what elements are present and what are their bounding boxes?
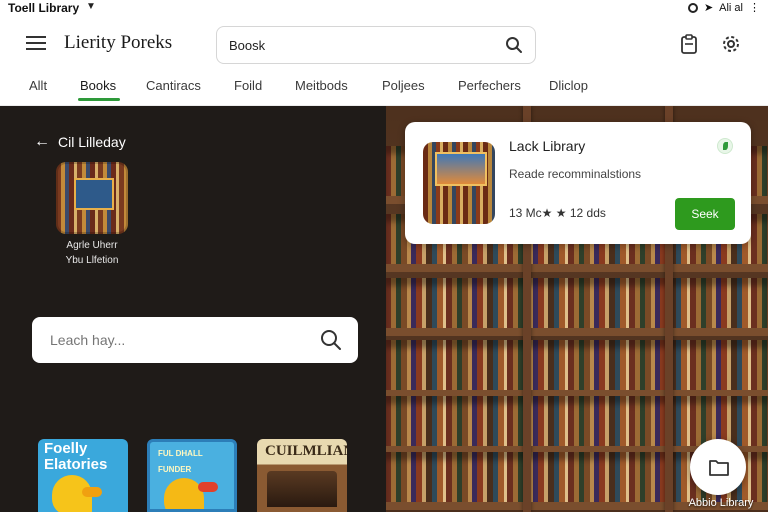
status-signal-text: Ali al xyxy=(719,1,743,14)
search-icon[interactable] xyxy=(505,36,523,54)
tab-cantiracs[interactable]: Cantiracs xyxy=(146,78,201,93)
app-bar: Lierity Poreks xyxy=(0,18,768,70)
back-arrow-icon[interactable]: ← xyxy=(34,133,50,151)
location-icon: ➤ xyxy=(703,2,714,14)
book-cover[interactable]: FUL DHALL FUNDER xyxy=(147,439,237,512)
hamburger-menu-icon[interactable] xyxy=(26,36,46,52)
card-title: Lack Library xyxy=(509,138,586,154)
chevron-down-icon[interactable]: ▼ xyxy=(86,1,96,12)
caption-line-2: Ybu Llfetion xyxy=(65,255,119,266)
clipboard-icon[interactable] xyxy=(680,34,698,54)
tab-perfechers[interactable]: Perfechers xyxy=(458,78,521,93)
active-tab-indicator xyxy=(78,98,120,101)
gear-icon[interactable] xyxy=(721,34,741,54)
search-icon[interactable] xyxy=(320,329,342,351)
tab-dliclop[interactable]: Dliclop xyxy=(549,78,588,93)
status-app-title: Toell Library xyxy=(8,1,80,15)
book-cover[interactable]: CUILMLIAN xyxy=(257,439,347,512)
fab-label: Abbio Library xyxy=(688,497,754,509)
more-icon[interactable]: ⋮ xyxy=(749,1,760,14)
status-bar: Toell Library ▼ ➤ Ali al ⋮ xyxy=(0,0,768,18)
library-search-box[interactable] xyxy=(32,317,358,363)
card-thumbnail xyxy=(423,142,495,224)
tab-poljees[interactable]: Poljees xyxy=(382,78,425,93)
panel-title: Cil Lilleday xyxy=(58,134,126,150)
status-circle-icon xyxy=(687,2,698,13)
library-search-input[interactable] xyxy=(50,330,310,350)
folder-icon xyxy=(709,460,729,476)
card-subtitle: Reade recomminalstions xyxy=(509,167,642,181)
cover-illustration xyxy=(267,471,337,507)
tab-all[interactable]: Allt xyxy=(29,78,47,93)
top-search-input[interactable] xyxy=(229,35,499,55)
top-search-box[interactable] xyxy=(216,26,536,64)
collection-caption: Agrle Uherr Ybu Llfetion xyxy=(40,238,144,268)
library-panel: ← Cil Lilleday Agrle Uherr Ybu Llfetion … xyxy=(0,106,386,512)
tab-foild[interactable]: Foild xyxy=(234,78,262,93)
collection-thumbnail[interactable] xyxy=(56,162,128,234)
tab-meitbods[interactable]: Meitbods xyxy=(295,78,348,93)
leaf-icon xyxy=(717,138,733,154)
tab-books[interactable]: Books xyxy=(80,78,116,93)
featured-library-card[interactable]: Lack Library Reade recomminalstions 13 M… xyxy=(405,122,751,244)
caption-line-1: Agrle Uherr xyxy=(66,240,118,251)
book-cover[interactable]: Foelly Elatories xyxy=(38,439,128,512)
library-fab[interactable] xyxy=(690,439,746,495)
status-indicators: ➤ Ali al ⋮ xyxy=(687,1,760,14)
seek-button[interactable]: Seek xyxy=(675,198,735,230)
app-title: Lierity Poreks xyxy=(64,32,173,53)
book-title: FUL DHALL FUNDER xyxy=(158,449,203,474)
book-title: Foelly Elatories xyxy=(44,440,108,473)
book-title: CUILMLIAN xyxy=(265,443,347,459)
card-rating: 13 Mc★ ★ 12 dds xyxy=(509,206,606,220)
